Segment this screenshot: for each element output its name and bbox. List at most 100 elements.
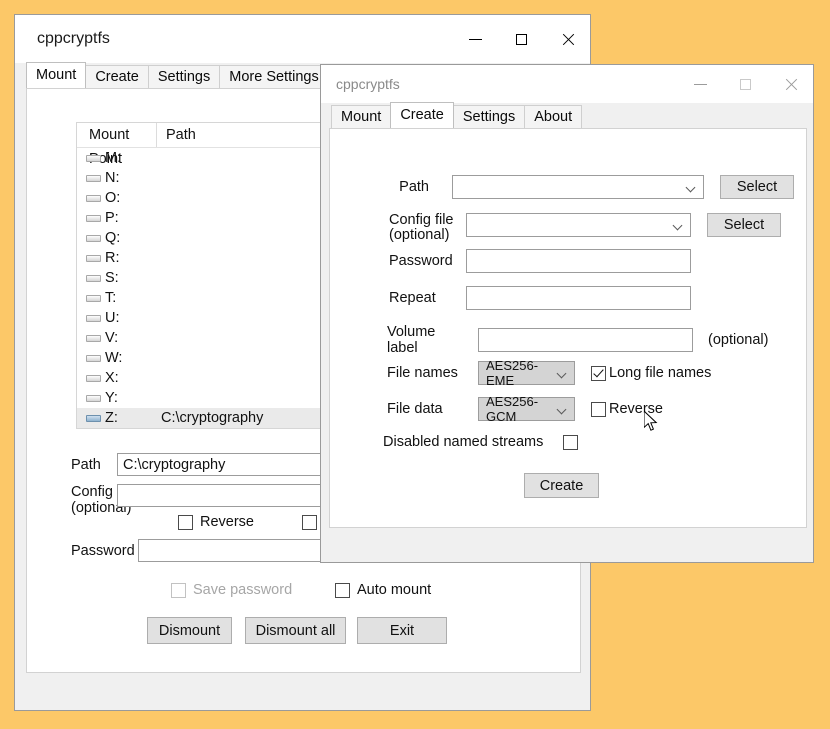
maximize-icon — [740, 79, 751, 90]
cell-mount-point: N: — [105, 170, 161, 186]
minimize-icon — [694, 84, 707, 85]
reverse-checkbox[interactable] — [178, 515, 193, 530]
chevron-down-icon — [687, 183, 696, 192]
create-volume-label-label: Volume label — [387, 324, 467, 356]
drive-icon — [86, 392, 101, 404]
dismount-button[interactable]: Dismount — [147, 617, 232, 644]
maximize-icon — [516, 34, 527, 45]
drive-icon — [86, 172, 101, 184]
column-header-path[interactable]: Path — [157, 123, 196, 147]
create-config-label: Config file (optional) — [389, 213, 456, 243]
create-reverse-checkbox[interactable] — [591, 402, 606, 417]
maximize-button[interactable] — [723, 65, 768, 103]
chevron-down-icon — [558, 405, 567, 414]
save-password-checkbox-row[interactable]: Save password — [171, 582, 292, 598]
tab-settings[interactable]: Settings — [453, 105, 525, 128]
create-button[interactable]: Create — [524, 473, 599, 498]
drive-icon — [86, 252, 101, 264]
create-file-data-combobox[interactable]: AES256-GCM — [478, 397, 575, 421]
create-volume-label-optional: (optional) — [708, 332, 768, 348]
password-label: Password — [71, 543, 138, 559]
cell-mount-point: R: — [105, 250, 161, 266]
main-window-title: cppcryptfs — [15, 30, 452, 48]
cell-mount-point: Z: — [105, 410, 161, 426]
maximize-button[interactable] — [498, 15, 544, 63]
create-path-row: Path Select — [389, 175, 794, 199]
tab-mount[interactable]: Mount — [331, 105, 391, 128]
cell-path: C:\cryptography — [161, 410, 263, 426]
create-repeat-input[interactable] — [466, 286, 691, 310]
dismount-all-button[interactable]: Dismount all — [245, 617, 346, 644]
create-window-tabstrip: Mount Create Settings About — [331, 103, 581, 128]
create-config-combobox[interactable] — [466, 213, 691, 237]
cell-mount-point: U: — [105, 310, 161, 326]
main-window-titlebar[interactable]: cppcryptfs — [15, 15, 590, 63]
create-window-titlebar[interactable]: cppcryptfs — [321, 65, 813, 103]
minimize-icon — [469, 39, 482, 40]
drive-icon — [86, 192, 101, 204]
drive-icon — [86, 312, 101, 324]
create-password-input[interactable] — [466, 249, 691, 273]
create-file-data-row: File data AES256-GCM Reverse — [387, 397, 663, 421]
create-volume-label-row: Volume label (optional) — [387, 324, 768, 356]
auto-mount-checkbox[interactable] — [335, 583, 350, 598]
drive-icon — [86, 412, 101, 424]
tab-create[interactable]: Create — [85, 65, 149, 88]
exit-button[interactable]: Exit — [357, 617, 447, 644]
create-config-select-button[interactable]: Select — [707, 213, 781, 237]
create-file-data-label: File data — [387, 401, 467, 417]
close-button[interactable] — [768, 65, 813, 103]
chevron-down-icon — [558, 369, 567, 378]
create-file-names-combobox[interactable]: AES256-EME — [478, 361, 575, 385]
column-header-mount-point[interactable]: Mount Point — [77, 123, 157, 147]
close-icon — [561, 33, 574, 46]
cell-mount-point: W: — [105, 350, 161, 366]
save-password-checkbox[interactable] — [171, 583, 186, 598]
drive-icon — [86, 232, 101, 244]
save-password-label: Save password — [193, 582, 292, 598]
cell-mount-point: V: — [105, 330, 161, 346]
mouse-pointer — [644, 411, 658, 433]
create-password-row: Password — [389, 249, 691, 273]
create-file-names-value: AES256-EME — [486, 358, 558, 388]
drive-icon — [86, 212, 101, 224]
disabled-named-streams-checkbox[interactable] — [563, 435, 578, 450]
tab-create[interactable]: Create — [390, 102, 454, 128]
disabled-named-streams-label: Disabled named streams — [383, 434, 543, 450]
path-label: Path — [71, 457, 117, 473]
create-file-names-row: File names AES256-EME Long file names — [387, 361, 711, 385]
create-window-controls — [678, 65, 813, 103]
create-window-title: cppcryptfs — [321, 76, 678, 92]
cell-mount-point: Y: — [105, 390, 161, 406]
tab-settings[interactable]: Settings — [148, 65, 220, 88]
create-tab-panel: Path Select Config file (optional) Selec… — [329, 128, 807, 528]
create-path-select-button[interactable]: Select — [720, 175, 794, 199]
reverse-checkbox-row[interactable]: Reverse — [178, 514, 254, 530]
long-file-names-label: Long file names — [609, 365, 711, 381]
create-path-combobox[interactable] — [452, 175, 704, 199]
auto-mount-checkbox-row[interactable]: Auto mount — [335, 582, 431, 598]
readonly-checkbox[interactable] — [302, 515, 317, 530]
drive-icon — [86, 332, 101, 344]
cell-mount-point: T: — [105, 290, 161, 306]
disabled-named-streams-row: Disabled named streams — [383, 434, 578, 450]
auto-mount-label: Auto mount — [357, 582, 431, 598]
close-icon — [784, 78, 797, 91]
cell-mount-point: M: — [105, 150, 161, 166]
minimize-button[interactable] — [452, 15, 498, 63]
cell-mount-point: O: — [105, 190, 161, 206]
main-window-controls — [452, 15, 590, 63]
drive-icon — [86, 152, 101, 164]
tab-more-settings[interactable]: More Settings — [219, 65, 328, 88]
create-config-row: Config file (optional) Select — [389, 213, 781, 243]
tab-about[interactable]: About — [524, 105, 582, 128]
minimize-button[interactable] — [678, 65, 723, 103]
create-dialog-window[interactable]: cppcryptfs Mount Create Settings About P… — [320, 64, 814, 563]
create-volume-label-input[interactable] — [478, 328, 693, 352]
tab-mount[interactable]: Mount — [26, 62, 86, 88]
reverse-label: Reverse — [200, 514, 254, 530]
close-button[interactable] — [544, 15, 590, 63]
long-file-names-checkbox[interactable] — [591, 366, 606, 381]
drive-icon — [86, 372, 101, 384]
cell-mount-point: P: — [105, 210, 161, 226]
